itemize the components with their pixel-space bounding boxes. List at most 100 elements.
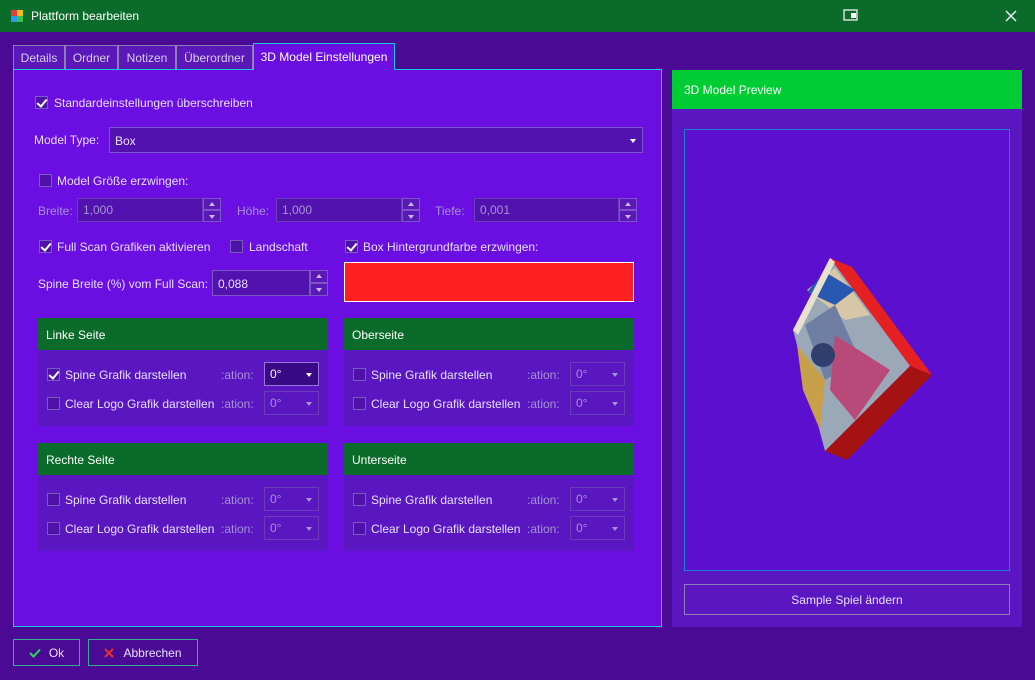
bgcolor-label: Box Hintergrundfarbe erzwingen: <box>363 240 539 254</box>
top-logo-rotation-select[interactable]: 0° <box>570 391 625 415</box>
cancel-label: Abbrechen <box>123 645 182 660</box>
right-logo-label: Clear Logo Grafik darstellen <box>65 522 215 536</box>
chevron-down-icon <box>612 373 618 377</box>
group-left-title: Linke Seite <box>38 318 328 350</box>
top-logo-rotation-label: :ation: <box>527 397 560 411</box>
preview-canvas[interactable] <box>684 129 1010 571</box>
right-spine-rotation-label: :ation: <box>221 493 254 507</box>
preview-title: 3D Model Preview <box>672 70 1022 109</box>
right-spine-rotation-value: 0° <box>270 492 282 506</box>
right-spine-label: Spine Grafik darstellen <box>65 493 187 507</box>
model-type-value: Box <box>115 134 136 148</box>
left-spine-rotation-label: :ation: <box>221 368 254 382</box>
force-size-checkbox[interactable] <box>39 174 52 187</box>
left-spine-rotation-value: 0° <box>270 367 282 381</box>
left-logo-rotation-select[interactable]: 0° <box>264 391 319 415</box>
fullscan-checkbox[interactable] <box>39 240 52 253</box>
width-label: Breite: <box>38 204 73 218</box>
fullscan-label: Full Scan Grafiken aktivieren <box>57 240 211 254</box>
box-3d-preview <box>793 258 932 460</box>
close-icon[interactable] <box>1004 9 1018 23</box>
bottom-spine-rotation-select[interactable]: 0° <box>570 487 625 511</box>
chevron-down-icon <box>306 402 312 406</box>
tab-3d-model-settings[interactable]: 3D Model Einstellungen <box>253 43 395 70</box>
ok-label: Ok <box>48 645 65 660</box>
group-bottom-title: Unterseite <box>344 443 634 475</box>
group-top-side: Oberseite Spine Grafik darstellen :ation… <box>344 318 634 426</box>
chevron-down-icon <box>306 498 312 502</box>
width-spinner[interactable] <box>203 198 221 222</box>
group-left-side: Linke Seite Spine Grafik darstellen :ati… <box>38 318 328 426</box>
top-logo-rotation-value: 0° <box>576 396 588 410</box>
window-title: Plattform bearbeiten <box>31 9 140 23</box>
depth-label: Tiefe: <box>435 204 465 218</box>
override-checkbox[interactable] <box>35 96 48 109</box>
group-right-title: Rechte Seite <box>38 443 328 475</box>
bottom-spine-checkbox[interactable] <box>353 493 366 506</box>
spine-width-spinner[interactable] <box>310 270 328 296</box>
chevron-down-icon <box>306 527 312 531</box>
left-spine-rotation-select[interactable]: 0° <box>264 362 319 386</box>
bottom-spine-rotation-value: 0° <box>576 492 588 506</box>
left-spine-label: Spine Grafik darstellen <box>65 368 187 382</box>
spine-width-input[interactable]: 0,088 <box>212 270 310 296</box>
top-logo-checkbox[interactable] <box>353 397 366 410</box>
ok-button[interactable]: Ok <box>13 639 80 666</box>
group-top-title: Oberseite <box>344 318 634 350</box>
top-spine-label: Spine Grafik darstellen <box>371 368 493 382</box>
title-bar: Plattform bearbeiten <box>0 0 1035 32</box>
spine-width-label: Spine Breite (%) vom Full Scan: <box>38 277 209 291</box>
app-icon <box>11 10 23 22</box>
tab-notizen[interactable]: Notizen <box>118 45 176 70</box>
change-sample-button[interactable]: Sample Spiel ändern <box>684 584 1010 615</box>
restore-window-icon[interactable] <box>843 9 859 22</box>
bottom-logo-label: Clear Logo Grafik darstellen <box>371 522 521 536</box>
bottom-logo-rotation-label: :ation: <box>527 522 560 536</box>
landscape-label: Landschaft <box>249 240 308 254</box>
bgcolor-checkbox[interactable] <box>345 240 358 253</box>
bottom-logo-rotation-select[interactable]: 0° <box>570 516 625 540</box>
width-input[interactable]: 1,000 <box>77 198 203 222</box>
left-logo-checkbox[interactable] <box>47 397 60 410</box>
model-type-select[interactable]: Box <box>109 127 643 153</box>
top-spine-rotation-select[interactable]: 0° <box>570 362 625 386</box>
left-logo-rotation-value: 0° <box>270 396 282 410</box>
chevron-down-icon <box>630 139 636 143</box>
model-type-label: Model Type: <box>34 133 100 147</box>
depth-spinner[interactable] <box>619 198 637 222</box>
cancel-button[interactable]: Abbrechen <box>88 639 198 666</box>
cancel-x-icon <box>104 647 115 658</box>
landscape-checkbox[interactable] <box>230 240 243 253</box>
override-label: Standardeinstellungen überschreiben <box>54 96 253 110</box>
top-spine-checkbox[interactable] <box>353 368 366 381</box>
right-logo-checkbox[interactable] <box>47 522 60 535</box>
chevron-down-icon <box>612 498 618 502</box>
chevron-down-icon <box>306 373 312 377</box>
chevron-down-icon <box>612 527 618 531</box>
bottom-logo-checkbox[interactable] <box>353 522 366 535</box>
right-logo-rotation-select[interactable]: 0° <box>264 516 319 540</box>
right-logo-rotation-value: 0° <box>270 521 282 535</box>
bottom-spine-label: Spine Grafik darstellen <box>371 493 493 507</box>
right-spine-checkbox[interactable] <box>47 493 60 506</box>
height-spinner[interactable] <box>402 198 420 222</box>
left-logo-label: Clear Logo Grafik darstellen <box>65 397 215 411</box>
tab-details[interactable]: Details <box>13 45 65 70</box>
height-input[interactable]: 1,000 <box>276 198 402 222</box>
depth-input[interactable]: 0,001 <box>474 198 619 222</box>
right-spine-rotation-select[interactable]: 0° <box>264 487 319 511</box>
left-logo-rotation-label: :ation: <box>221 397 254 411</box>
tab-ordner[interactable]: Ordner <box>65 45 118 70</box>
right-logo-rotation-label: :ation: <box>221 522 254 536</box>
group-right-side: Rechte Seite Spine Grafik darstellen :at… <box>38 443 328 551</box>
height-label: Höhe: <box>237 204 270 218</box>
left-spine-checkbox[interactable] <box>47 368 60 381</box>
bottom-spine-rotation-label: :ation: <box>527 493 560 507</box>
bottom-logo-rotation-value: 0° <box>576 521 588 535</box>
top-logo-label: Clear Logo Grafik darstellen <box>371 397 521 411</box>
check-icon <box>29 648 41 658</box>
group-bottom-side: Unterseite Spine Grafik darstellen :atio… <box>344 443 634 551</box>
top-spine-rotation-value: 0° <box>576 367 588 381</box>
box-color-swatch[interactable] <box>344 262 634 302</box>
tab-ueberordner[interactable]: Überordner <box>176 45 253 70</box>
